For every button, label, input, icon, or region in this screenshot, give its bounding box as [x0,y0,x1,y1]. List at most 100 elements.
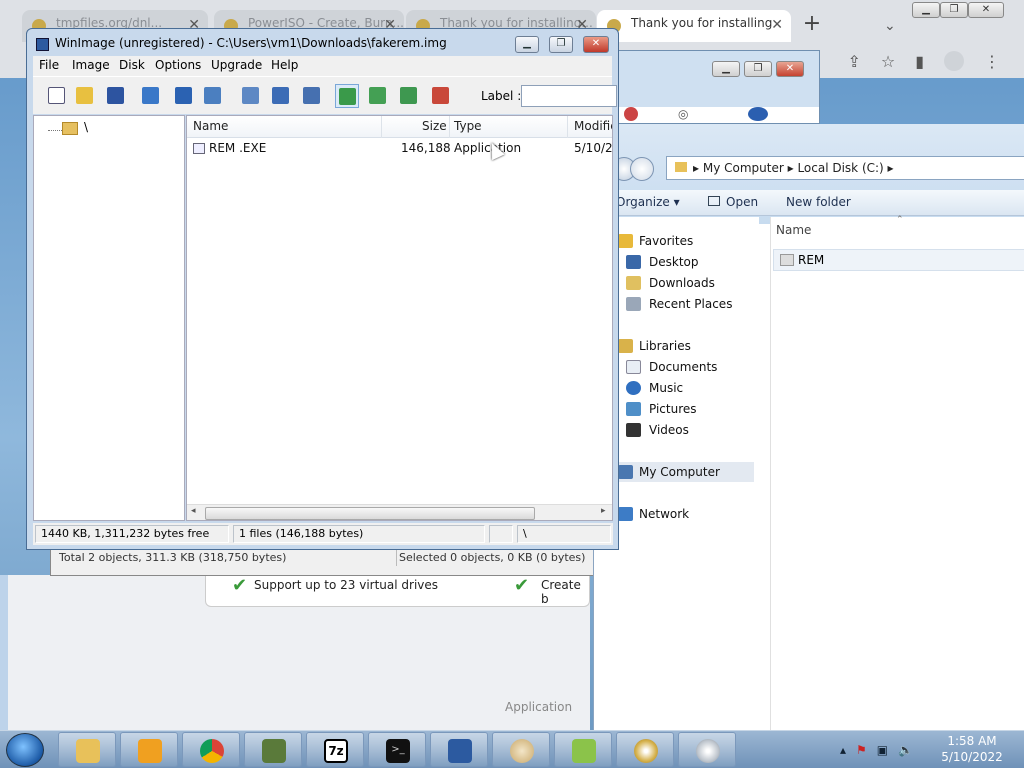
clock-date: 5/10/2022 [941,750,1003,764]
pictures-icon [626,402,641,416]
nav-label: Desktop [649,255,699,269]
taskbar-cmd[interactable]: >_ [368,732,426,767]
minimize-button[interactable]: ▁ [515,36,539,53]
breadcrumb-item[interactable]: My Computer [703,161,784,175]
open-folder-button[interactable] [73,84,97,108]
minimize-icon[interactable]: ▁ [712,61,740,77]
cell-size: 146,188 [401,141,451,155]
close-icon[interactable]: ✕ [776,61,804,77]
file-item-rem[interactable]: REM [773,249,1024,271]
new-folder-button[interactable]: New folder [786,195,851,209]
label-input[interactable] [521,85,617,107]
column-header-name[interactable]: Name ⌃ [771,215,1024,241]
sort-type-button[interactable] [366,84,390,108]
star-icon [618,234,633,248]
sort-date-button[interactable] [429,84,453,108]
save-button[interactable] [104,84,128,108]
new-tab-button[interactable]: + [800,12,824,36]
folder-icon [675,162,687,172]
label-caption: Label : [481,89,522,103]
taskbar-7zip[interactable]: 7z [306,732,364,767]
taskbar-winimage[interactable] [430,732,488,767]
taskbar-chrome[interactable] [182,732,240,767]
feature-text: Support up to 23 virtual drives [254,578,439,592]
close-button[interactable]: ✕ [583,36,609,53]
forward-icon[interactable] [630,157,654,181]
chevron-down-icon[interactable]: ⌄ [884,18,896,34]
check-button[interactable] [300,84,324,108]
close-tab-icon[interactable]: ✕ [771,17,783,33]
browser-tab-active[interactable]: Thank you for installing ✕ [597,10,791,42]
status-bar: 1440 KB, 1,311,232 bytes free 1 files (1… [33,523,613,545]
menu-upgrade[interactable]: Upgrade [211,58,262,72]
clock-time: 1:58 AM [947,734,997,748]
poweriso-icon [634,739,658,763]
kebab-menu-icon[interactable]: ⋮ [984,52,1000,71]
column-modified[interactable]: Modified [574,119,612,133]
sort-size-icon [400,87,417,104]
volume-icon[interactable]: 🔈 [898,743,913,757]
taskbar-task-manager[interactable] [244,732,302,767]
open-label: Open [726,195,759,209]
taskbar-disc-burner[interactable] [678,732,736,767]
nav-label: Pictures [649,402,697,416]
cell-name: REM .EXE [209,141,267,155]
scroll-left-icon[interactable]: ◂ [191,506,196,516]
menu-image[interactable]: Image [72,58,110,72]
minimize-icon[interactable]: ▁ [912,2,940,18]
column-size[interactable]: Size [422,119,447,133]
sidepanel-icon[interactable]: ▮ [915,52,924,71]
nav-label: My Computer [639,465,720,479]
inject-button[interactable] [269,84,293,108]
status-left: Total 2 objects, 311.3 KB (318,750 bytes… [59,551,287,564]
scroll-right-icon[interactable]: ▸ [601,506,606,516]
start-button[interactable] [6,733,44,767]
winimage-window: WinImage (unregistered) - C:\Users\vm1\D… [26,28,619,550]
maximize-icon[interactable]: ❐ [940,2,968,18]
tree-root[interactable]: \ [84,120,88,134]
write-disk-button[interactable] [172,84,196,108]
status-file-count: 1 files (146,188 bytes) [233,525,485,543]
horizontal-scrollbar[interactable]: ◂ ▸ [187,504,612,520]
taskbar-paint[interactable] [492,732,550,767]
sort-name-button[interactable] [335,84,359,108]
new-file-button[interactable] [45,84,69,108]
menu-help[interactable]: Help [271,58,298,72]
nav-label: Videos [649,423,689,437]
column-type[interactable]: Type [454,119,482,133]
taskbar-notepad-plus[interactable] [554,732,612,767]
breadcrumb-item[interactable]: Local Disk (C:) [797,161,883,175]
share-icon[interactable]: ⇪ [847,52,860,71]
menu-disk[interactable]: Disk [119,58,145,72]
network-tray-icon[interactable]: ▣ [877,743,888,757]
menu-options[interactable]: Options [155,58,201,72]
cmd-icon: >_ [386,739,410,763]
maximize-icon[interactable]: ❐ [744,61,772,77]
taskbar-media-player[interactable] [120,732,178,767]
close-icon[interactable]: ✕ [968,2,1004,18]
table-row[interactable]: REM .EXE 146,188 Application 5/10/20 [187,140,612,158]
open-button[interactable]: Open [708,195,758,209]
organize-button[interactable]: Organize ▾ [616,195,680,209]
taskbar-explorer[interactable] [58,732,116,767]
column-label: Name [776,223,812,237]
scroll-thumb[interactable] [205,507,535,520]
star-icon[interactable]: ☆ [881,52,895,71]
format-button[interactable] [201,84,225,108]
tray-expand-icon[interactable]: ▴ [840,743,846,757]
app-icon [624,107,638,121]
address-bar[interactable]: ▸ My Computer ▸ Local Disk (C:) ▸ [666,156,1024,180]
clock[interactable]: 1:58 AM 5/10/2022 [940,733,1004,767]
sort-size-button[interactable] [397,84,421,108]
read-disk-button[interactable] [139,84,163,108]
column-name[interactable]: Name [193,119,228,133]
extract-button[interactable] [239,84,263,108]
profile-avatar-icon[interactable] [944,51,964,71]
maximize-button[interactable]: ❐ [549,36,573,53]
read-disk-icon [142,87,159,104]
nav-label: Network [639,507,690,521]
feature-text: Create b [541,578,581,606]
taskbar-poweriso[interactable] [616,732,674,767]
action-center-icon[interactable]: ⚑ [856,743,867,757]
menu-file[interactable]: File [39,58,59,72]
